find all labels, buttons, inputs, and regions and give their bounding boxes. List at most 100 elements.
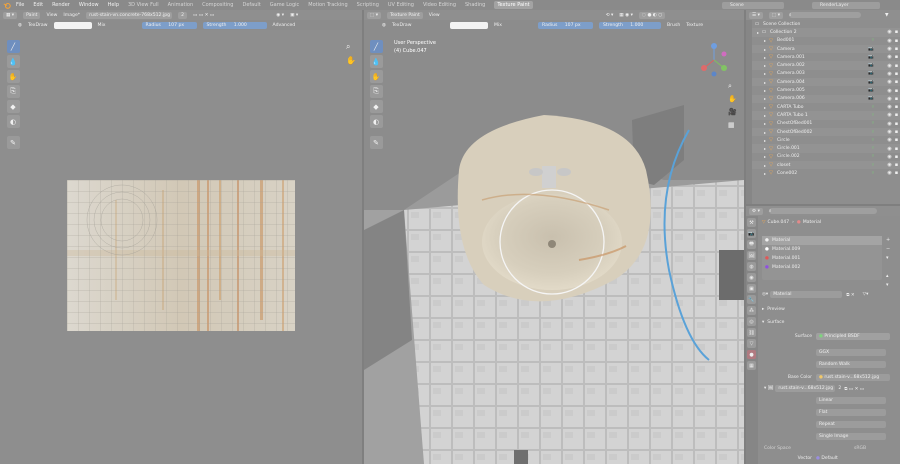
render-toggle-icon[interactable]: ▪: [893, 54, 900, 60]
visibility-eye-icon[interactable]: ◉: [886, 29, 893, 35]
camera-data-icon[interactable]: 📷: [868, 96, 874, 101]
visibility-eye-icon[interactable]: ◉: [886, 79, 893, 85]
render-toggle-icon[interactable]: ▪: [893, 63, 900, 69]
smear-tool-icon[interactable]: ✋: [6, 70, 20, 83]
outliner-row[interactable]: ▸ ▽ Cone002 ▿ ◉ ▪: [746, 169, 900, 177]
mesh-data-icon[interactable]: ▿: [872, 38, 874, 43]
view-layer-selector[interactable]: RenderLayer: [812, 2, 880, 9]
mesh-data-icon[interactable]: ▿: [872, 146, 874, 151]
outliner-row[interactable]: ▸ ▽ Circle.001 ▿ ◉ ▪: [746, 144, 900, 153]
mode-selector[interactable]: Paint: [23, 11, 41, 19]
scene-selector[interactable]: Scene: [722, 2, 784, 9]
pan-hand-icon[interactable]: ✋: [346, 56, 356, 65]
render-toggle-icon[interactable]: ▪: [893, 29, 900, 35]
visibility-eye-icon[interactable]: ◉: [886, 112, 893, 118]
visibility-eye-icon[interactable]: ◉: [886, 46, 893, 52]
visibility-eye-icon[interactable]: ◉: [886, 96, 893, 102]
visibility-eye-icon[interactable]: ◉: [886, 121, 893, 127]
vp-pan-icon[interactable]: ✋: [728, 95, 737, 103]
distribution-select[interactable]: GGX: [816, 349, 886, 356]
vp-annotate-tool-icon[interactable]: ✎: [369, 136, 383, 149]
editor-split-divider[interactable]: [744, 10, 746, 464]
outliner-row[interactable]: ▸ ▽ Bed001 ▿ ◉ ▪: [746, 37, 900, 45]
outliner-row[interactable]: ▸ ▽ closet ▿ ◉ ▪: [746, 161, 900, 170]
image-name-field[interactable]: rust.stain-v...68x512.jpg: [775, 385, 836, 392]
object-tab-icon[interactable]: ▣: [747, 284, 756, 293]
tab-3d-view-full[interactable]: 3D View Full: [128, 2, 159, 8]
scene-tab-icon[interactable]: ◍: [747, 262, 756, 271]
menu-image[interactable]: Image*: [63, 13, 80, 18]
clone-tool-icon[interactable]: ⎘: [6, 85, 20, 98]
camera-data-icon[interactable]: 📷: [868, 71, 874, 76]
viewport-brush-name[interactable]: TexDraw: [392, 23, 444, 28]
render-toggle-icon[interactable]: ▪: [893, 38, 900, 44]
soften-tool-icon[interactable]: 💧: [6, 55, 20, 68]
outliner-row[interactable]: ▭ Scene Collection: [746, 20, 900, 28]
tab-compositing[interactable]: Compositing: [202, 2, 233, 8]
render-toggle-icon[interactable]: ▪: [893, 112, 900, 118]
vp-draw-tool-icon[interactable]: ╱: [369, 40, 383, 53]
visibility-eye-icon[interactable]: ◉: [886, 88, 893, 94]
camera-data-icon[interactable]: 📷: [868, 55, 874, 60]
render-toggle-icon[interactable]: ▪: [893, 170, 900, 176]
brush-color-swatch[interactable]: [53, 21, 92, 29]
tab-default[interactable]: Default: [242, 2, 260, 8]
outliner-filter-icon[interactable]: ▼: [885, 13, 889, 18]
material-link-icon[interactable]: ▽▾: [863, 292, 869, 297]
material-slot-row[interactable]: ● Material: [762, 236, 882, 245]
brush-icon[interactable]: ◍: [18, 23, 22, 28]
visibility-eye-icon[interactable]: ◉: [886, 38, 893, 44]
vp-mask-tool-icon[interactable]: ◐: [369, 115, 383, 128]
outliner-row[interactable]: ▸ ▭ Collection 2 ◉ ▪: [746, 28, 900, 37]
outliner-row[interactable]: ▸ ▽ ChestOfBed001 ▿ ◉ ▪: [746, 120, 900, 128]
outliner-row[interactable]: ▸ ▽ Circle ▿ ◉ ▪: [746, 136, 900, 144]
properties-search-input[interactable]: ⌕: [768, 208, 877, 214]
viewport-overlay-icon[interactable]: ▦ ◉ ▾: [619, 13, 633, 18]
gizmo-toggle-icon[interactable]: ▣ ▾: [290, 13, 298, 18]
texture-tab-icon[interactable]: ▦: [747, 361, 756, 370]
image-users-count[interactable]: 2: [838, 386, 841, 391]
vp-clone-tool-icon[interactable]: ⎘: [369, 85, 383, 98]
outliner-editor-type-button[interactable]: ☰ ▾: [749, 11, 763, 19]
brush-menu[interactable]: Brush: [667, 23, 680, 28]
interpolation-select[interactable]: Linear: [816, 397, 886, 404]
color-space-value[interactable]: sRGB: [854, 446, 866, 451]
vector-field[interactable]: ● Default: [816, 456, 838, 461]
mask-tool-icon[interactable]: ◐: [6, 115, 20, 128]
blender-logo-icon[interactable]: [3, 2, 11, 9]
mesh-data-icon[interactable]: ▿: [872, 163, 874, 168]
outliner-row[interactable]: ▸ ▽ CARTA Tubo ▿ ◉ ▪: [746, 103, 900, 111]
texture-menu[interactable]: Texture: [686, 23, 703, 28]
image-datablock-icons[interactable]: ⧉ ▭ ✕ ▭: [844, 386, 864, 392]
vp-fill-tool-icon[interactable]: ◆: [369, 100, 383, 113]
annotate-tool-icon[interactable]: ✎: [6, 136, 20, 149]
3d-viewport[interactable]: ⬚ ▾ Texture Paint View ⟲ ▾ ▦ ◉ ▾ ◌ ● ◐ ○…: [364, 10, 744, 464]
extension-select[interactable]: Repeat: [816, 421, 886, 428]
render-tab-icon[interactable]: 📷: [747, 229, 756, 238]
render-toggle-icon[interactable]: ▪: [893, 137, 900, 143]
radius-slider[interactable]: Radius 107 px: [141, 21, 197, 29]
projection-select[interactable]: Flat: [816, 409, 886, 416]
menu-file[interactable]: File: [16, 2, 24, 8]
advanced-menu[interactable]: Advanced: [273, 23, 296, 28]
visibility-eye-icon[interactable]: ◉: [886, 104, 893, 110]
zoom-icon[interactable]: ⌕: [346, 42, 350, 52]
world-tab-icon[interactable]: ◉: [747, 273, 756, 282]
visibility-eye-icon[interactable]: ◉: [886, 129, 893, 135]
tool-tab-icon[interactable]: ⚒: [747, 218, 756, 227]
material-name-field[interactable]: Material: [770, 291, 843, 298]
camera-data-icon[interactable]: 📷: [868, 63, 874, 68]
preview-panel-header[interactable]: ▸ Preview: [762, 305, 785, 314]
subsurface-method-select[interactable]: Random Walk: [816, 361, 886, 368]
render-toggle-icon[interactable]: ▪: [893, 46, 900, 52]
editor-type-button[interactable]: ▦ ▾: [3, 11, 18, 19]
render-toggle-icon[interactable]: ▪: [893, 88, 900, 94]
vp-smear-tool-icon[interactable]: ✋: [369, 70, 383, 83]
image-browse-icon[interactable]: ▾ 🖼: [764, 386, 773, 391]
visibility-eye-icon[interactable]: ◉: [886, 154, 893, 160]
outliner-display-mode[interactable]: ⬚ ▾: [768, 11, 783, 19]
outliner-row[interactable]: ▸ ▽ Camera.003 📷 ◉ ▪: [746, 70, 900, 78]
viewport-color-swatch[interactable]: [450, 21, 489, 29]
render-toggle-icon[interactable]: ▪: [893, 96, 900, 102]
constraints-tab-icon[interactable]: ⛓: [747, 328, 756, 337]
